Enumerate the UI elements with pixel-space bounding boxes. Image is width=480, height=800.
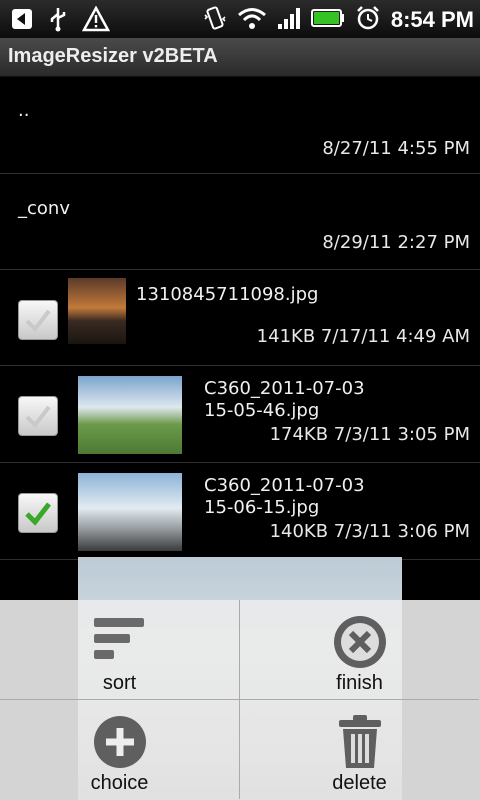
list-item-conv-dir[interactable]: _conv 8/29/11 2:27 PM: [0, 174, 480, 270]
battery-icon: [310, 8, 345, 32]
wifi-icon: [237, 6, 267, 34]
file-name-line2: 15-06-15.jpg: [204, 497, 320, 518]
dir-name: ..: [18, 100, 30, 121]
app-title-bar: ImageResizer v2BETA: [0, 38, 480, 77]
file-checkbox[interactable]: [18, 300, 58, 340]
file-name-line2: 15-05-46.jpg: [204, 400, 320, 421]
menu-label: choice: [90, 772, 149, 794]
app-title: ImageResizer v2BETA: [8, 45, 218, 67]
file-thumbnail: [78, 376, 182, 454]
file-thumbnail: [78, 473, 182, 551]
list-item-file[interactable]: 1310845711098.jpg 141KB 7/17/11 4:49 AM: [0, 270, 480, 366]
usb-icon: [48, 6, 68, 36]
menu-label: finish: [336, 672, 383, 694]
list-item-parent-dir[interactable]: .. 8/27/11 4:55 PM: [0, 78, 480, 174]
menu-item-choice[interactable]: choice: [0, 700, 240, 799]
list-item-file[interactable]: C360_2011-07-03 15-06-15.jpg 140KB 7/3/1…: [0, 463, 480, 560]
dir-name: _conv: [18, 198, 70, 219]
dir-date: 8/27/11 4:55 PM: [322, 138, 470, 159]
options-menu: sort finish choice delete: [0, 600, 480, 800]
add-circle-icon: [92, 714, 148, 774]
menu-item-finish[interactable]: finish: [240, 600, 479, 700]
warning-icon: [81, 5, 111, 36]
file-checkbox-checked[interactable]: [18, 493, 58, 533]
file-name-line1: C360_2011-07-03: [204, 378, 365, 399]
file-checkbox[interactable]: [18, 396, 58, 436]
status-bar: 8:54 PM: [0, 0, 480, 38]
menu-item-sort[interactable]: sort: [0, 600, 240, 700]
file-meta: 174KB 7/3/11 3:05 PM: [269, 424, 470, 445]
file-name-line1: C360_2011-07-03: [204, 475, 365, 496]
menu-item-delete[interactable]: delete: [240, 700, 479, 799]
file-name: 1310845711098.jpg: [136, 284, 319, 305]
trash-icon: [335, 714, 385, 774]
menu-label: delete: [332, 772, 387, 794]
signal-icon: [277, 6, 301, 34]
close-circle-icon: [332, 614, 388, 674]
file-thumbnail: [68, 278, 126, 344]
file-meta: 141KB 7/17/11 4:49 AM: [256, 326, 470, 347]
menu-label: sort: [102, 672, 137, 694]
alarm-icon: [355, 5, 381, 35]
vibrate-icon: [203, 5, 227, 35]
file-meta: 140KB 7/3/11 3:06 PM: [269, 521, 470, 542]
list-item-file[interactable]: C360_2011-07-03 15-05-46.jpg 174KB 7/3/1…: [0, 366, 480, 463]
sort-icon: [92, 614, 148, 668]
back-arrow-icon: [10, 7, 34, 35]
clock-time: 8:54 PM: [390, 7, 474, 32]
dir-date: 8/29/11 2:27 PM: [322, 232, 470, 253]
